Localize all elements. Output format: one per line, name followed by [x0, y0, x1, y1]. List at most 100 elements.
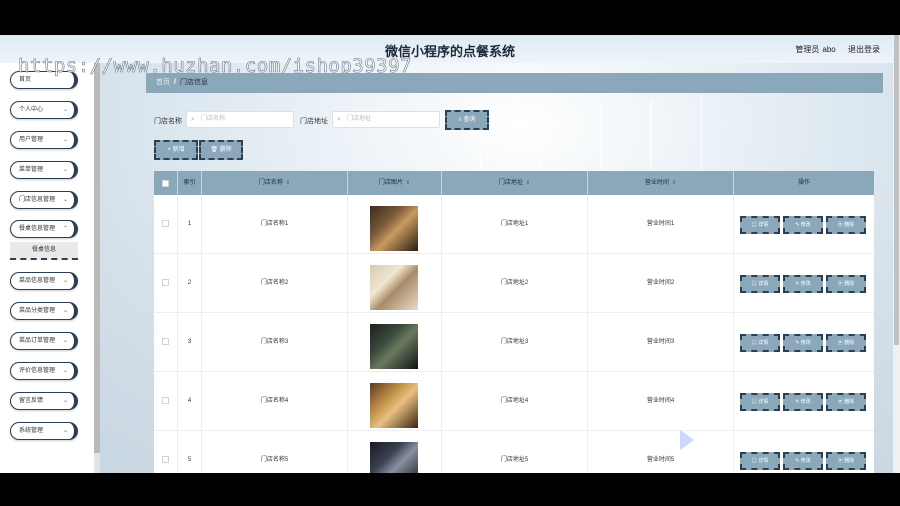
detail-button-label: 详情	[758, 399, 769, 405]
edit-button[interactable]: ✎ 修改	[783, 216, 823, 234]
store-name-label: 门店名称	[154, 118, 182, 125]
add-button[interactable]: + 新增	[154, 140, 198, 160]
sidebar-scrollbar-thumb[interactable]	[94, 63, 100, 453]
row-delete-button[interactable]: ▣ 删除	[826, 452, 866, 470]
row-business-hours: 营业时间2	[588, 254, 734, 312]
logout-link[interactable]: 退出登录	[848, 45, 880, 54]
detail-button[interactable]: ▤ 详情	[740, 334, 780, 352]
row-checkbox[interactable]	[162, 456, 169, 463]
row-store-address: 门店地址4	[442, 372, 588, 430]
detail-button[interactable]: ▤ 详情	[740, 452, 780, 470]
header-business-hours-label: 营业时间	[644, 180, 669, 186]
sidebar-item-label: 留言反馈	[19, 398, 44, 404]
row-checkbox[interactable]	[162, 279, 169, 286]
header-operations: 操作	[734, 171, 874, 195]
sort-icon[interactable]: ⇕	[672, 180, 676, 186]
edit-button[interactable]: ✎ 修改	[783, 334, 823, 352]
store-image[interactable]	[370, 383, 418, 428]
header-select-all[interactable]	[154, 171, 178, 195]
sidebar-subitem-label: 餐桌信息	[31, 247, 56, 253]
breadcrumb-separator: /	[174, 79, 176, 86]
chevron-down-icon: ⌄	[62, 167, 68, 173]
chevron-down-icon: ⌄	[62, 368, 68, 374]
row-business-hours: 营业时间5	[588, 431, 734, 473]
user-area: 管理员 abo 退出登录	[789, 44, 880, 55]
row-checkbox[interactable]	[162, 220, 169, 227]
edit-button[interactable]: ✎ 修改	[783, 393, 823, 411]
sidebar-item-menu[interactable]: 菜单管理 ⌄	[10, 161, 78, 179]
row-delete-button-label: 删除	[844, 340, 855, 346]
sidebar-item-label: 个人中心	[19, 107, 44, 113]
header-store-name[interactable]: 门店名称 ⇕	[202, 171, 348, 195]
header-business-hours[interactable]: 营业时间 ⇕	[588, 171, 734, 195]
sidebar-item-system[interactable]: 系统管理 ⌄	[10, 422, 78, 440]
sort-icon[interactable]: ⇕	[286, 180, 290, 186]
edit-button[interactable]: ✎ 修改	[783, 275, 823, 293]
row-store-name: 门店名称2	[202, 254, 348, 312]
sidebar-item-feedback[interactable]: 留言反馈 ⌄	[10, 392, 78, 410]
row-index: 2	[178, 254, 202, 312]
row-delete-button[interactable]: ▣ 删除	[826, 393, 866, 411]
store-image[interactable]	[370, 265, 418, 310]
sidebar-item-dish-categories[interactable]: 菜品分类管理 ⌄	[10, 302, 78, 320]
username: abo	[822, 45, 836, 54]
edit-button-label: 修改	[800, 399, 811, 405]
store-address-placeholder: 门店地址	[347, 116, 372, 122]
sidebar-item-orders[interactable]: 菜品订单管理 ⌄	[10, 332, 78, 350]
store-image[interactable]	[370, 324, 418, 369]
sidebar-item-stores[interactable]: 门店信息管理 ⌄	[10, 191, 78, 209]
delete-button[interactable]: 🗑 删除	[199, 140, 243, 160]
trash-icon: 🗑	[210, 147, 220, 153]
row-business-hours: 营业时间4	[588, 372, 734, 430]
header-store-address-label: 门店地址	[498, 180, 523, 186]
row-delete-button[interactable]: ▣ 删除	[826, 216, 866, 234]
sidebar-item-label: 菜品信息管理	[19, 278, 56, 284]
header-store-image[interactable]: 门店图片 ⇕	[348, 171, 442, 195]
row-select-cell	[154, 313, 178, 371]
sidebar-item-users[interactable]: 用户管理 ⌄	[10, 131, 78, 149]
edit-button-label: 修改	[800, 222, 811, 228]
page-scrollbar[interactable]	[893, 35, 900, 473]
table-row: 1 门店名称1 门店地址1 营业时间1 ▤ 详情 ✎ 修改 ▣ 删除	[154, 195, 874, 254]
row-delete-button[interactable]: ▣ 删除	[826, 334, 866, 352]
store-name-input[interactable]: ⌕ 门店名称	[186, 111, 294, 128]
row-store-name: 门店名称1	[202, 195, 348, 253]
sidebar-scrollbar[interactable]	[94, 63, 100, 473]
table-row: 5 门店名称5 门店地址5 营业时间5 ▤ 详情 ✎ 修改 ▣ 删除	[154, 431, 874, 473]
sidebar-item-dishes[interactable]: 菜品信息管理 ⌄	[10, 272, 78, 290]
query-button[interactable]: ⌕ 查询	[445, 110, 489, 130]
header-store-name-label: 门店名称	[258, 180, 283, 186]
sort-icon[interactable]: ⇕	[406, 180, 410, 186]
detail-button[interactable]: ▤ 详情	[740, 275, 780, 293]
store-image[interactable]	[370, 442, 418, 473]
store-image[interactable]	[370, 206, 418, 251]
sidebar-item-label: 评价信息管理	[19, 368, 56, 374]
row-store-name: 门店名称4	[202, 372, 348, 430]
sidebar-item-tables[interactable]: 餐桌信息管理 ⌃	[10, 220, 78, 238]
row-select-cell	[154, 254, 178, 312]
row-checkbox[interactable]	[162, 338, 169, 345]
page-scrollbar-thumb[interactable]	[894, 35, 899, 345]
store-address-input[interactable]: ⌕ 门店地址	[332, 111, 440, 128]
detail-button[interactable]: ▤ 详情	[740, 216, 780, 234]
sidebar-item-reviews[interactable]: 评价信息管理 ⌄	[10, 362, 78, 380]
sidebar-item-profile[interactable]: 个人中心 ⌄	[10, 101, 78, 119]
table-row: 2 门店名称2 门店地址2 营业时间2 ▤ 详情 ✎ 修改 ▣ 删除	[154, 254, 874, 313]
sort-icon[interactable]: ⇕	[526, 180, 530, 186]
decorative-arrow	[680, 430, 694, 450]
row-select-cell	[154, 372, 178, 430]
detail-button-label: 详情	[758, 340, 769, 346]
edit-button[interactable]: ✎ 修改	[783, 452, 823, 470]
delete-button-label: 删除	[219, 147, 232, 153]
row-checkbox[interactable]	[162, 397, 169, 404]
row-store-address: 门店地址3	[442, 313, 588, 371]
sidebar-item-label: 菜品分类管理	[19, 308, 56, 314]
breadcrumb-home[interactable]: 首页	[156, 79, 170, 86]
header-store-address[interactable]: 门店地址 ⇕	[442, 171, 588, 195]
row-index: 1	[178, 195, 202, 253]
query-button-label: 查询	[463, 117, 476, 123]
detail-button[interactable]: ▤ 详情	[740, 393, 780, 411]
select-all-checkbox[interactable]	[162, 180, 169, 187]
sidebar-subitem-table-info[interactable]: 餐桌信息	[10, 242, 78, 260]
row-delete-button[interactable]: ▣ 删除	[826, 275, 866, 293]
